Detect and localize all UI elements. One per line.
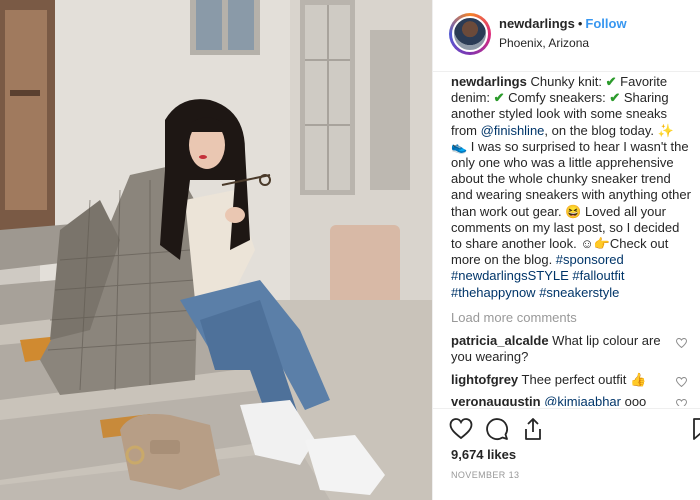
likes-count[interactable]: 9,674 likes: [451, 447, 516, 462]
heart-icon[interactable]: [449, 417, 473, 441]
post-header: newdarlings • Follow Phoenix, Arizona: [433, 0, 700, 72]
check-icon: ✔: [609, 90, 621, 106]
sneaker-icon: 👟: [451, 138, 468, 154]
hashtag-link[interactable]: #newdarlingsSTYLE: [451, 268, 569, 283]
location-link[interactable]: Phoenix, Arizona: [499, 36, 627, 50]
bookmark-icon[interactable]: [689, 417, 700, 441]
action-bar: [433, 408, 700, 448]
hashtag-link[interactable]: #sponsored: [556, 252, 624, 267]
caption-text-3: Comfy sneakers:: [504, 90, 610, 106]
comment-author[interactable]: patricia_alcalde: [451, 333, 549, 348]
post-caption: newdarlings Chunky knit: ✔ Favorite deni…: [451, 74, 691, 301]
comment-like-icon[interactable]: [676, 399, 687, 406]
username-link[interactable]: newdarlings: [499, 16, 575, 31]
follow-button[interactable]: Follow: [585, 16, 626, 31]
avatar[interactable]: [452, 16, 488, 52]
hashtag-link[interactable]: #thehappynow: [451, 285, 536, 300]
load-more-comments-button[interactable]: Load more comments: [451, 310, 691, 325]
caption-text-5: , on the blog today.: [544, 122, 658, 138]
hashtag-link[interactable]: #sneakerstyle: [539, 285, 619, 300]
post-photo[interactable]: [0, 0, 432, 500]
check-icon: ✔: [605, 74, 617, 89]
comment-text: Thee perfect outfit 👍: [518, 371, 647, 387]
comment-like-icon[interactable]: [676, 337, 687, 348]
comment-author[interactable]: veronaugustin: [451, 394, 541, 406]
pointing-icon: ☺👉: [580, 236, 610, 252]
comment-item: lightofgrey Thee perfect outfit 👍: [451, 372, 691, 389]
post-date[interactable]: NOVEMBER 13: [451, 470, 519, 480]
comment-like-icon[interactable]: [676, 376, 687, 387]
share-icon[interactable]: [521, 417, 545, 441]
comment-item: patricia_alcalde What lip colour are you…: [451, 333, 691, 366]
caption-text-1: Chunky knit:: [526, 74, 606, 89]
comments-section: newdarlings Chunky knit: ✔ Favorite deni…: [451, 74, 691, 406]
caption-author[interactable]: newdarlings: [451, 74, 527, 89]
post-image: [0, 0, 432, 500]
comment-author[interactable]: lightofgrey: [451, 372, 518, 387]
comment-icon[interactable]: [485, 417, 509, 441]
check-icon: ✔: [493, 90, 505, 106]
header-text: newdarlings • Follow Phoenix, Arizona: [499, 15, 627, 50]
separator-dot: •: [577, 16, 583, 31]
comment-item: veronaugustin @kimiaabhar ooo yes!: [451, 394, 691, 406]
post-side-panel: newdarlings • Follow Phoenix, Arizona newd…: [432, 0, 700, 500]
grin-icon: 😆: [565, 203, 582, 219]
mention-link[interactable]: @kimiaabhar: [544, 394, 621, 406]
hashtag-link[interactable]: #falloutfit: [572, 268, 624, 283]
story-ring[interactable]: [449, 13, 491, 55]
sparkle-icon: ✨: [657, 122, 674, 138]
mention-link[interactable]: @finishline: [481, 123, 545, 138]
